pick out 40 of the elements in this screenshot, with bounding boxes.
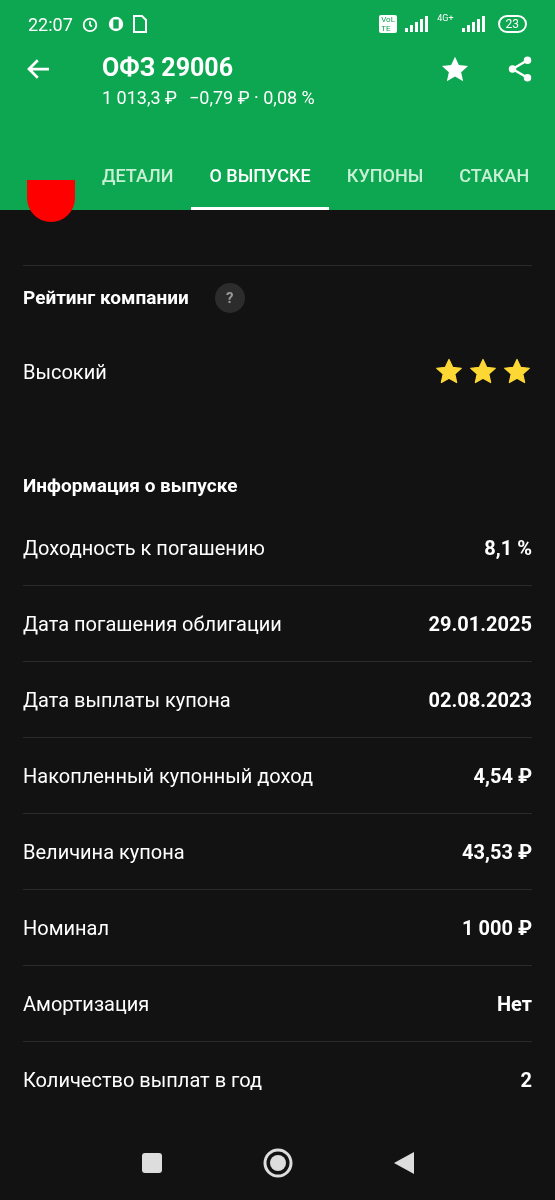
battery-icon: 23 bbox=[497, 15, 527, 33]
section-title: Рейтинг компании bbox=[23, 284, 189, 311]
volte-badge: VoLTE bbox=[379, 15, 398, 33]
info-label: Амортизация bbox=[23, 990, 150, 1018]
info-value: 8,1 % bbox=[484, 534, 532, 562]
info-value: 4,54 ₽ bbox=[473, 762, 532, 790]
info-value: 02.08.2023 bbox=[428, 686, 532, 714]
bond-price: 1 013,3 ₽ bbox=[102, 86, 177, 110]
price-change: −0,79 ₽ · 0,08 % bbox=[189, 86, 315, 110]
help-icon[interactable]: ? bbox=[214, 283, 245, 313]
tab[interactable]: О ВЫПУСКЕ bbox=[191, 144, 329, 210]
info-label: Доходность к погашению bbox=[23, 534, 265, 562]
tab[interactable]: СТАКАН bbox=[441, 144, 548, 210]
info-value: 1 000 ₽ bbox=[462, 914, 532, 942]
info-label: Дата погашения облигации bbox=[23, 610, 282, 638]
back-icon[interactable] bbox=[392, 1151, 415, 1175]
home-icon[interactable] bbox=[262, 1148, 293, 1178]
bond-title: ОФЗ 29006 bbox=[102, 52, 235, 84]
app-icon bbox=[106, 15, 125, 33]
network-type: 4G+ bbox=[437, 12, 454, 25]
tab[interactable]: КУПОНЫ bbox=[328, 144, 442, 210]
rating-value: Высокий bbox=[23, 359, 107, 386]
info-label: Количество выплат в год bbox=[23, 1067, 263, 1094]
sim-icon bbox=[132, 15, 147, 33]
alarm-icon bbox=[80, 15, 99, 33]
info-value: 2 bbox=[520, 1067, 532, 1094]
signal-icon bbox=[461, 16, 486, 32]
info-value: 29.01.2025 bbox=[428, 610, 532, 638]
issuer-logo bbox=[27, 180, 75, 222]
info-value: Нет bbox=[496, 990, 532, 1018]
signal-icon bbox=[405, 16, 430, 32]
info-label: Накопленный купонный доход bbox=[23, 762, 314, 790]
recents-icon[interactable] bbox=[140, 1152, 163, 1174]
info-label: Величина купона bbox=[23, 838, 185, 866]
info-label: Номинал bbox=[23, 914, 110, 942]
tab[interactable]: ДЕТАЛИ bbox=[84, 144, 192, 210]
info-value: 43,53 ₽ bbox=[462, 838, 532, 866]
section-title: Информация о выпуске bbox=[23, 472, 238, 499]
info-label: Дата выплаты купона bbox=[23, 686, 231, 714]
status-time: 22:07 bbox=[28, 12, 73, 37]
